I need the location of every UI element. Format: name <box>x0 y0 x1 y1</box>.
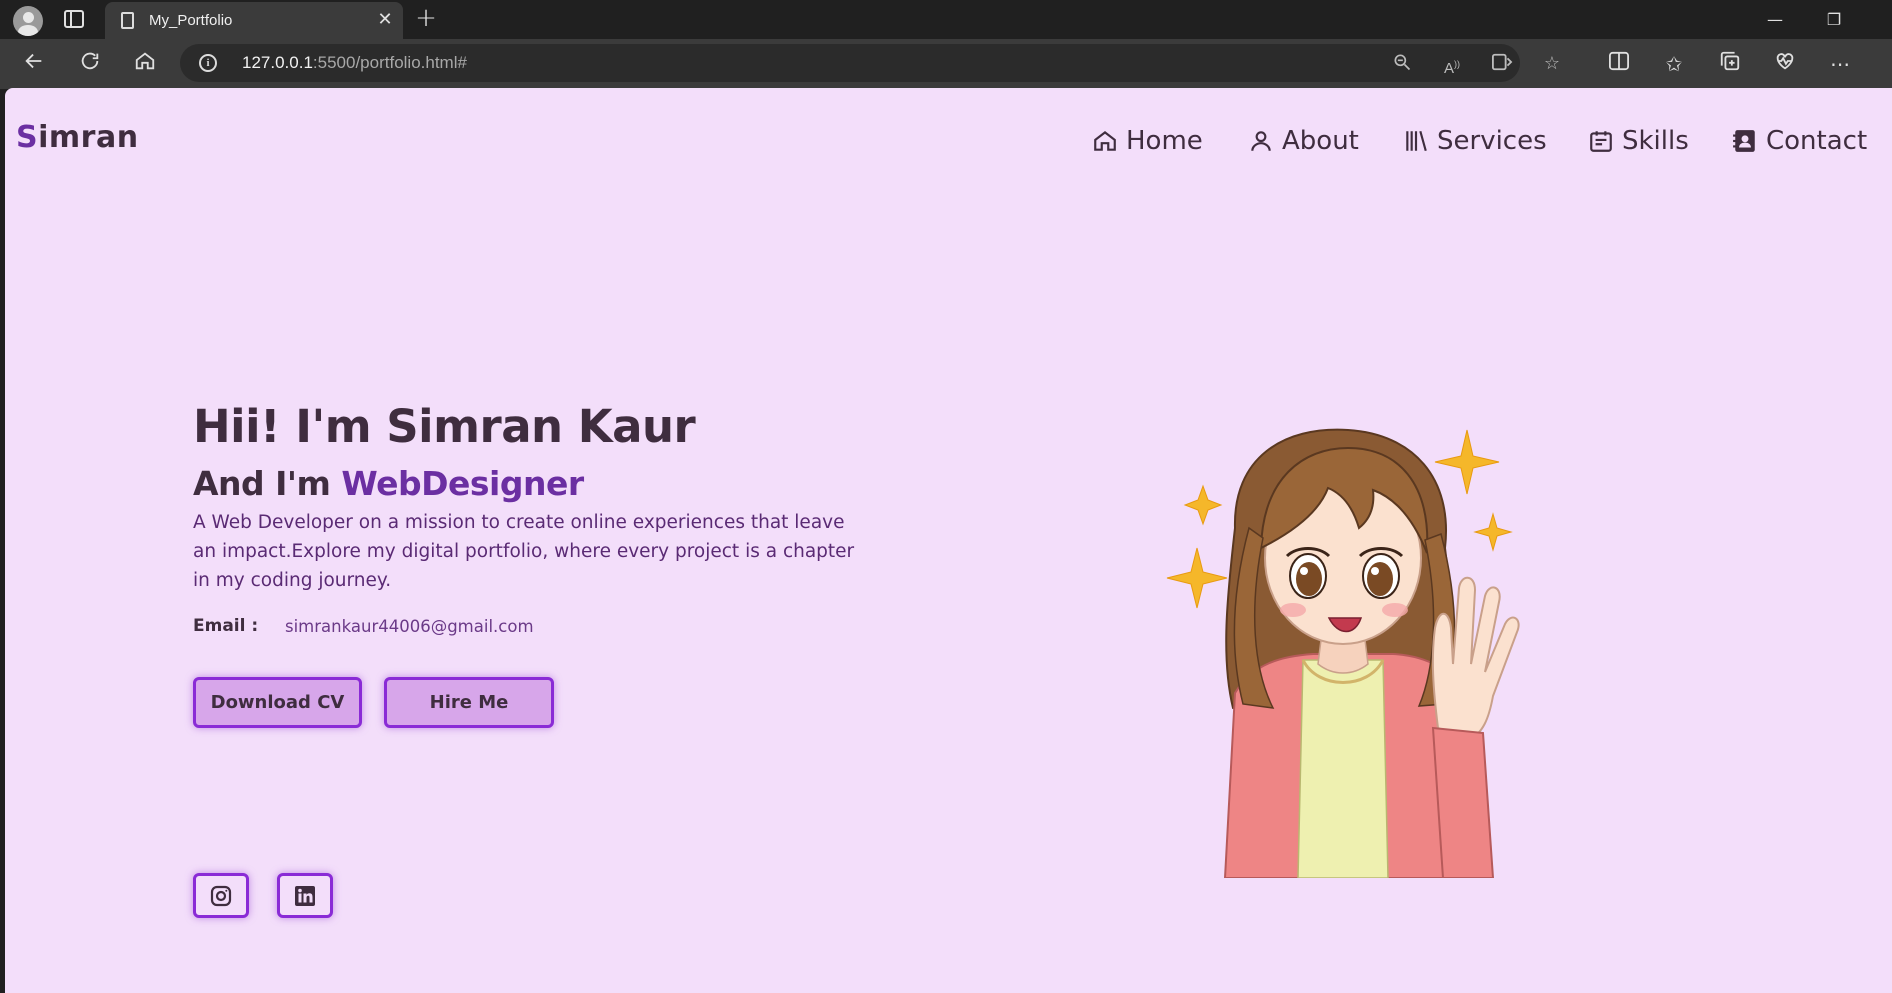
info-icon[interactable]: i <box>199 54 217 72</box>
library-icon <box>1406 130 1427 152</box>
hero-description: A Web Developer on a mission to create o… <box>193 512 855 591</box>
split-screen-icon[interactable] <box>1605 50 1633 78</box>
new-tab-icon[interactable]: + <box>412 5 440 33</box>
waving-girl-illustration <box>1166 428 1520 878</box>
browser-essentials-icon[interactable] <box>1771 50 1799 78</box>
hero-title: Hii! I'm Simran Kaur <box>193 400 696 453</box>
browser-tab-bar: My_Portfolio ✕ + — ❐ <box>0 0 1892 39</box>
immersive-reader-icon[interactable] <box>1490 52 1514 76</box>
favorite-star-icon[interactable]: ☆ <box>1540 52 1564 76</box>
instagram-link[interactable] <box>193 873 249 918</box>
nav-home[interactable]: Home <box>1092 124 1203 158</box>
nav-contact-label: Contact <box>1766 126 1868 156</box>
collections-icon[interactable] <box>1716 50 1744 78</box>
linkedin-icon <box>295 885 315 906</box>
nav-about[interactable]: About <box>1248 124 1359 158</box>
user-icon <box>1251 131 1271 151</box>
refresh-icon[interactable] <box>76 50 104 78</box>
email-label: Email : <box>193 616 259 636</box>
url-text[interactable]: 127.0.0.1:5500/portfolio.html# <box>242 53 467 73</box>
nav-home-label: Home <box>1126 126 1203 156</box>
back-icon[interactable] <box>20 50 48 78</box>
home-icon[interactable] <box>131 50 159 78</box>
nav-contact[interactable]: Contact <box>1732 124 1867 158</box>
nav-about-label: About <box>1282 126 1359 156</box>
address-bar[interactable]: i 127.0.0.1:5500/portfolio.html# A)) ☆ <box>180 44 1560 82</box>
tab-title: My_Portfolio <box>149 12 233 29</box>
email-value: simrankaur44006@gmail.com <box>285 617 534 636</box>
minimize-icon[interactable]: — <box>1760 8 1790 32</box>
logo[interactable]: Simran <box>16 120 139 155</box>
profile-icon[interactable] <box>13 6 43 36</box>
linkedin-link[interactable] <box>277 873 333 918</box>
hero-subtitle: And I'm WebDesigner <box>193 464 584 503</box>
read-aloud-icon[interactable]: A)) <box>1440 52 1464 77</box>
nav-skills-label: Skills <box>1622 126 1689 156</box>
zoom-out-icon[interactable] <box>1390 52 1414 76</box>
restore-icon[interactable]: ❐ <box>1819 8 1849 32</box>
hero-role: WebDesigner <box>341 464 584 503</box>
download-cv-button[interactable]: Download CV <box>193 677 362 728</box>
tab-actions-icon[interactable] <box>64 10 84 28</box>
contact-card-icon <box>1733 130 1755 152</box>
page-viewport: Simran Home About Services Skills Contac… <box>5 88 1892 993</box>
nav-services-label: Services <box>1437 126 1547 156</box>
document-icon <box>121 12 134 29</box>
close-icon[interactable]: ✕ <box>373 8 397 32</box>
instagram-icon <box>210 885 232 906</box>
nav-services[interactable]: Services <box>1403 124 1547 158</box>
more-icon[interactable]: ⋯ <box>1826 50 1854 78</box>
browser-tab[interactable]: My_Portfolio ✕ <box>105 2 403 39</box>
favorites-icon[interactable]: ✩ <box>1660 50 1688 78</box>
home-icon <box>1094 130 1116 151</box>
hire-me-button[interactable]: Hire Me <box>384 677 554 728</box>
calendar-icon <box>1590 131 1612 152</box>
browser-toolbar: i 127.0.0.1:5500/portfolio.html# A)) ☆ ✩… <box>0 39 1892 89</box>
nav-skills[interactable]: Skills <box>1588 124 1689 158</box>
